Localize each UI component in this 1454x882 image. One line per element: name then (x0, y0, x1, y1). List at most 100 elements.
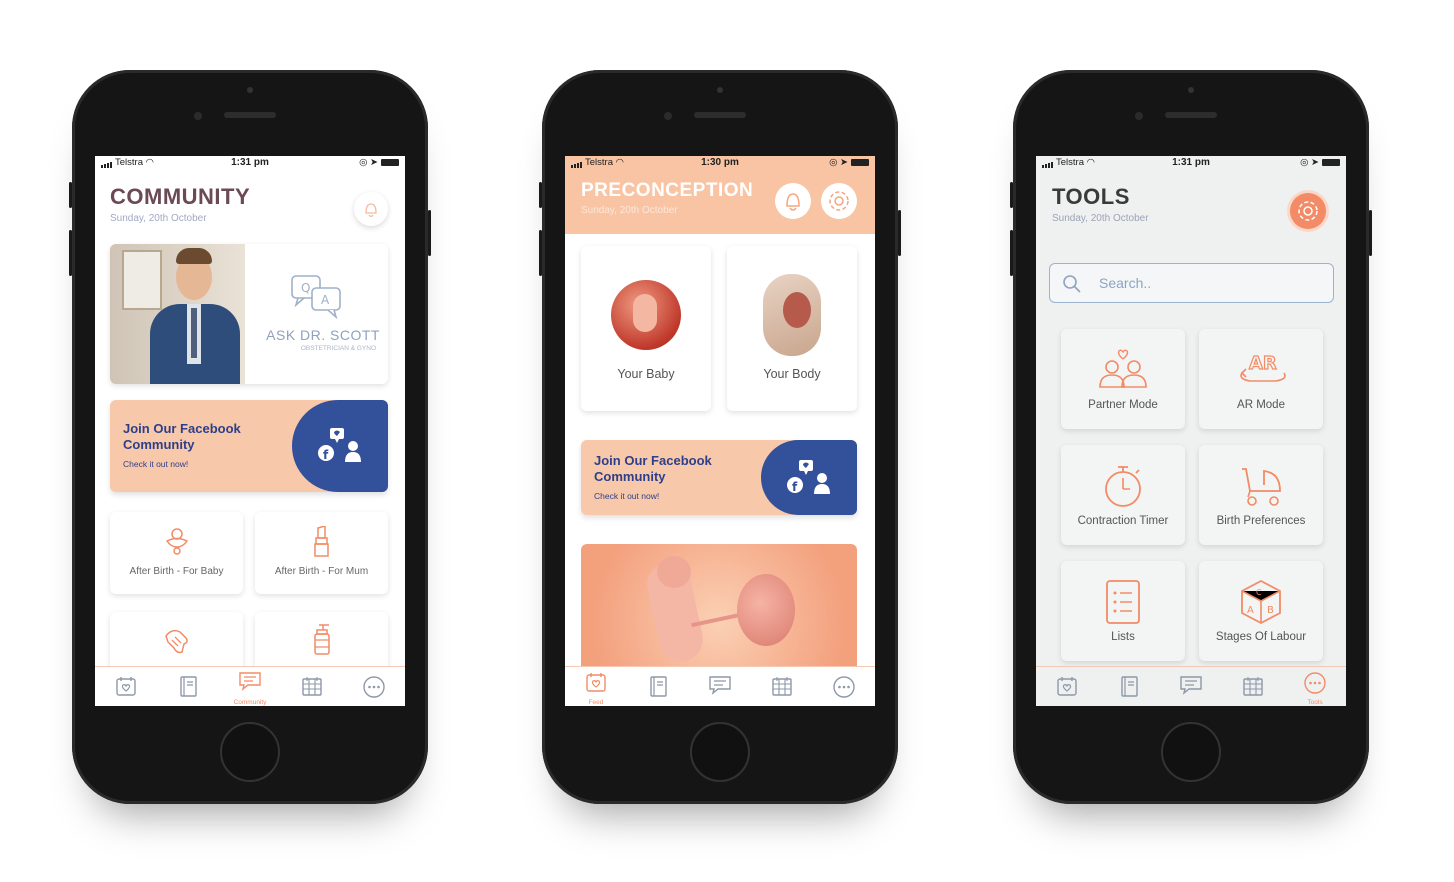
tab-tools[interactable]: Tools (1284, 667, 1346, 706)
tool-partner-mode[interactable]: Partner Mode (1061, 329, 1185, 429)
svg-text:AR: AR (1249, 353, 1277, 374)
tool-label: Lists (1111, 631, 1135, 643)
side-button (1010, 182, 1013, 208)
tool-birth-preferences[interactable]: Birth Preferences (1199, 445, 1323, 545)
tab-journal[interactable] (1098, 667, 1160, 706)
tool-lists[interactable]: Lists (1061, 561, 1185, 661)
home-button[interactable] (220, 722, 280, 782)
certificate (122, 250, 162, 310)
camera (247, 87, 253, 93)
tab-feed[interactable] (1036, 667, 1098, 706)
facebook-card-subtitle: Check it out now! (123, 459, 189, 469)
tool-label: Stages Of Labour (1215, 631, 1307, 643)
chat-icon (1180, 676, 1202, 695)
tab-bar: Feed (565, 666, 875, 706)
page-date: Sunday, 20th October (110, 213, 207, 224)
tab-calendar[interactable] (281, 667, 343, 706)
notification-button[interactable] (775, 183, 811, 219)
list-icon (1106, 580, 1140, 624)
svg-text:B: B (1267, 605, 1274, 616)
doctor-hair (176, 248, 212, 264)
page-date: Sunday, 20th October (581, 205, 678, 216)
your-body-card[interactable]: Your Body (727, 246, 857, 411)
tab-journal[interactable] (157, 667, 219, 706)
svg-text:f: f (323, 448, 329, 462)
card-label: Your Body (763, 367, 821, 381)
tab-calendar[interactable] (751, 667, 813, 706)
tile-after-birth-mum[interactable]: After Birth - For Mum (255, 512, 388, 594)
search-input[interactable]: Search.. (1099, 275, 1151, 291)
tab-more[interactable] (813, 667, 875, 706)
home-button[interactable] (1161, 722, 1221, 782)
facebook-group-icon: f (318, 428, 361, 462)
tab-community[interactable] (689, 667, 751, 706)
tab-feed[interactable]: Feed (565, 667, 627, 706)
ask-doctor-title: ASK DR. SCOTT (266, 327, 380, 343)
tab-calendar[interactable] (1222, 667, 1284, 706)
page-date: Sunday, 20th October (1052, 213, 1149, 224)
svg-text:f: f (792, 480, 798, 494)
calendar-heart-icon (116, 677, 136, 696)
side-button (428, 210, 431, 256)
tab-feed[interactable] (95, 667, 157, 706)
bell-icon (786, 193, 800, 211)
facebook-community-card[interactable]: Join Our Facebook Community Check it out… (110, 400, 388, 492)
partner-icon (1099, 349, 1147, 388)
side-button (539, 230, 542, 276)
tab-label: Feed (588, 699, 604, 706)
svg-text:A: A (1247, 605, 1254, 616)
notification-button[interactable] (354, 192, 388, 226)
embryo-feature-image[interactable] (581, 544, 857, 674)
screen: Telstra ◠ 1:30 pm ◎ ➤ PRECONCEPTION Sund… (565, 156, 875, 706)
tab-community[interactable] (1160, 667, 1222, 706)
side-button (1010, 230, 1013, 276)
facebook-community-card[interactable]: Join Our Facebook Community Check it out… (581, 440, 857, 515)
hands-icon (165, 629, 188, 654)
tool-stages-of-labour[interactable]: CA B Stages Of Labour (1199, 561, 1323, 661)
side-button (1369, 210, 1372, 256)
abc-block-icon: CA B (1241, 579, 1281, 625)
phone-preconception: Telstra ◠ 1:30 pm ◎ ➤ PRECONCEPTION Sund… (539, 70, 901, 804)
status-bar: Telstra ◠ 1:31 pm ◎ ➤ (95, 156, 405, 170)
phone-community: Telstra ◠ 1:31 pm ◎ ➤ COMMUNITY Sunday, … (69, 70, 431, 804)
ask-doctor-subtitle: OBSTETRICIAN & GYNO (300, 345, 376, 352)
tab-more[interactable] (343, 667, 405, 706)
tile-after-birth-baby[interactable]: After Birth - For Baby (110, 512, 243, 594)
tab-label: Community (233, 699, 267, 706)
womb-shape (783, 292, 811, 328)
sensor (664, 112, 672, 120)
gear-icon (1298, 201, 1318, 221)
ar-icon: AR (1240, 352, 1286, 382)
tab-journal[interactable] (627, 667, 689, 706)
tool-label: Birth Preferences (1216, 515, 1306, 527)
settings-button[interactable] (821, 183, 857, 219)
tool-label: Contraction Timer (1077, 515, 1169, 527)
tab-bar: Tools (1036, 666, 1346, 706)
doctor-tie (191, 308, 197, 358)
search-field[interactable]: Search.. (1049, 263, 1334, 303)
book-icon (180, 676, 197, 697)
page-title: TOOLS (1052, 184, 1130, 209)
speaker (694, 112, 746, 118)
embryo-head (657, 556, 691, 588)
phone-tools: Telstra ◠ 1:31 pm ◎ ➤ TOOLS Sunday, 20th… (1010, 70, 1372, 804)
your-baby-card[interactable]: Your Baby (581, 246, 711, 411)
tool-contraction-timer[interactable]: Contraction Timer (1061, 445, 1185, 545)
home-button[interactable] (690, 722, 750, 782)
tool-ar-mode[interactable]: AR AR Mode (1199, 329, 1323, 429)
side-button (69, 182, 72, 208)
page-title: COMMUNITY (110, 184, 251, 209)
tab-community[interactable]: Community (219, 667, 281, 706)
speaker (1165, 112, 1217, 118)
tool-label: Partner Mode (1088, 399, 1158, 411)
more-icon (363, 676, 385, 698)
battery-icon: ◎ ➤ (1300, 157, 1340, 168)
ask-doctor-card[interactable]: Q A ASK DR. SCOTT OBSTETRICIAN & GYNO (110, 244, 388, 384)
fetus-shape (633, 294, 657, 332)
card-label: Your Baby (617, 367, 675, 381)
settings-button[interactable] (1290, 193, 1326, 229)
facebook-card-title: Join Our Facebook Community (594, 453, 712, 484)
svg-text:Q: Q (301, 281, 310, 295)
baby-illustration (611, 280, 681, 350)
more-icon (1304, 672, 1326, 694)
